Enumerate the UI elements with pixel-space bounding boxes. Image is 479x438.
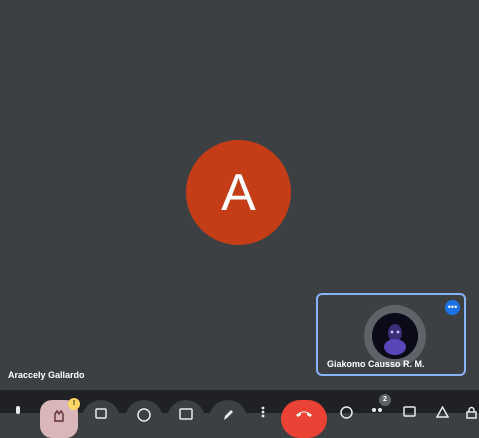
more-options-button[interactable]: ••• xyxy=(445,300,460,315)
emoji-button[interactable] xyxy=(125,400,163,438)
people-icon[interactable] xyxy=(370,406,384,422)
self-avatar-ring xyxy=(364,305,426,367)
more-vert-icon[interactable] xyxy=(261,406,265,421)
pen-button[interactable] xyxy=(209,400,247,438)
chat-icon[interactable] xyxy=(403,406,416,422)
hand-badge: ! xyxy=(68,398,80,410)
participant-name: Araccely Gallardo xyxy=(8,370,85,380)
participant-initial: A xyxy=(221,163,256,222)
captions-button[interactable] xyxy=(82,400,120,438)
lock-icon[interactable] xyxy=(466,406,477,422)
self-avatar-image xyxy=(372,313,418,359)
self-view-tile[interactable]: Giakomo Causso R. M. ••• xyxy=(316,293,466,376)
call-toolbar: ! 2 xyxy=(0,390,479,438)
self-name: Giakomo Causso R. M. xyxy=(327,359,425,369)
present-button[interactable] xyxy=(167,400,205,438)
end-call-button[interactable] xyxy=(281,400,327,438)
people-count-badge: 2 xyxy=(379,394,391,406)
info-icon[interactable] xyxy=(340,406,353,422)
activities-icon[interactable] xyxy=(435,405,450,422)
participant-avatar: A xyxy=(186,140,291,245)
self-avatar xyxy=(372,313,418,359)
mic-icon[interactable] xyxy=(12,406,24,421)
video-stage: A Araccely Gallardo Giakomo Causso R. M.… xyxy=(0,0,479,390)
